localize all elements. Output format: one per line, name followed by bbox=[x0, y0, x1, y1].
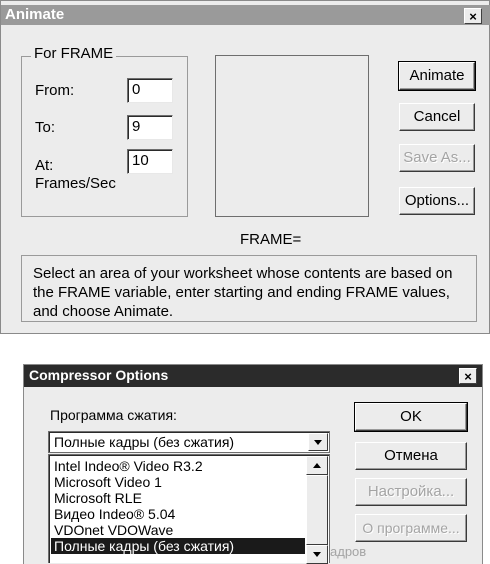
animate-close-button[interactable]: × bbox=[464, 8, 482, 24]
chevron-down-icon bbox=[313, 552, 321, 557]
close-icon: × bbox=[469, 9, 477, 24]
cancel-button-ru[interactable]: Отмена bbox=[355, 442, 467, 470]
list-item-selected[interactable]: Полные кадры (без сжатия) bbox=[51, 538, 305, 554]
frames-per-sec-label: Frames/Sec bbox=[35, 175, 116, 192]
list-items: Intel Indeo® Video R3.2 Microsoft Video … bbox=[51, 458, 305, 554]
compressor-title-bar: Compressor Options bbox=[24, 365, 482, 387]
animate-dialog: Animate × For FRAME From: 0 To: 9 At: 10… bbox=[0, 0, 490, 334]
list-item[interactable]: VDOnet VDOWave bbox=[51, 522, 305, 538]
partial-label: адров bbox=[330, 544, 367, 559]
animate-title: Animate bbox=[5, 6, 65, 23]
options-button[interactable]: Options... bbox=[399, 187, 475, 215]
from-field[interactable]: 0 bbox=[127, 78, 173, 103]
animate-title-bar: Animate bbox=[1, 5, 490, 25]
frame-value-label: FRAME= bbox=[240, 231, 302, 248]
program-label: Программа сжатия: bbox=[50, 407, 177, 423]
list-item[interactable]: Intel Indeo® Video R3.2 bbox=[51, 458, 305, 474]
settings-button[interactable]: Настройка... bbox=[355, 478, 467, 506]
animate-button[interactable]: Animate bbox=[398, 61, 476, 91]
cancel-button[interactable]: Cancel bbox=[399, 103, 475, 131]
hint-text: Select an area of your worksheet whose c… bbox=[33, 265, 453, 320]
compressor-title: Compressor Options bbox=[29, 367, 169, 383]
at-label: At: bbox=[35, 157, 54, 174]
list-scrollbar[interactable] bbox=[306, 456, 328, 564]
close-icon: × bbox=[464, 369, 472, 384]
at-field[interactable]: 10 bbox=[127, 149, 173, 174]
ok-button[interactable]: OK bbox=[354, 402, 468, 432]
save-as-button[interactable]: Save As... bbox=[399, 144, 475, 172]
list-item[interactable]: Microsoft RLE bbox=[51, 490, 305, 506]
from-label: From: bbox=[35, 82, 75, 99]
scroll-down-button[interactable] bbox=[306, 545, 328, 564]
to-label: To: bbox=[35, 119, 56, 136]
compressor-dialog: Compressor Options × Программа сжатия: П… bbox=[23, 364, 483, 564]
list-item[interactable]: Видео Indeo® 5.04 bbox=[51, 506, 305, 522]
about-button[interactable]: О программе... bbox=[355, 514, 467, 542]
scroll-thumb[interactable] bbox=[306, 475, 328, 545]
animation-preview bbox=[215, 55, 369, 217]
dropdown-button[interactable] bbox=[308, 433, 328, 451]
list-item[interactable]: Microsoft Video 1 bbox=[51, 474, 305, 490]
frame-group-label: For FRAME bbox=[31, 45, 117, 62]
chevron-up-icon bbox=[313, 463, 321, 468]
compressor-select-value: Полные кадры (без сжатия) bbox=[54, 434, 235, 450]
compressor-dropdown-list[interactable]: Intel Indeo® Video R3.2 Microsoft Video … bbox=[48, 454, 330, 564]
compressor-close-button[interactable]: × bbox=[459, 368, 477, 384]
chevron-down-icon bbox=[314, 440, 322, 445]
scroll-up-button[interactable] bbox=[306, 456, 328, 475]
to-field[interactable]: 9 bbox=[127, 115, 173, 140]
compressor-select[interactable]: Полные кадры (без сжатия) bbox=[48, 431, 330, 453]
